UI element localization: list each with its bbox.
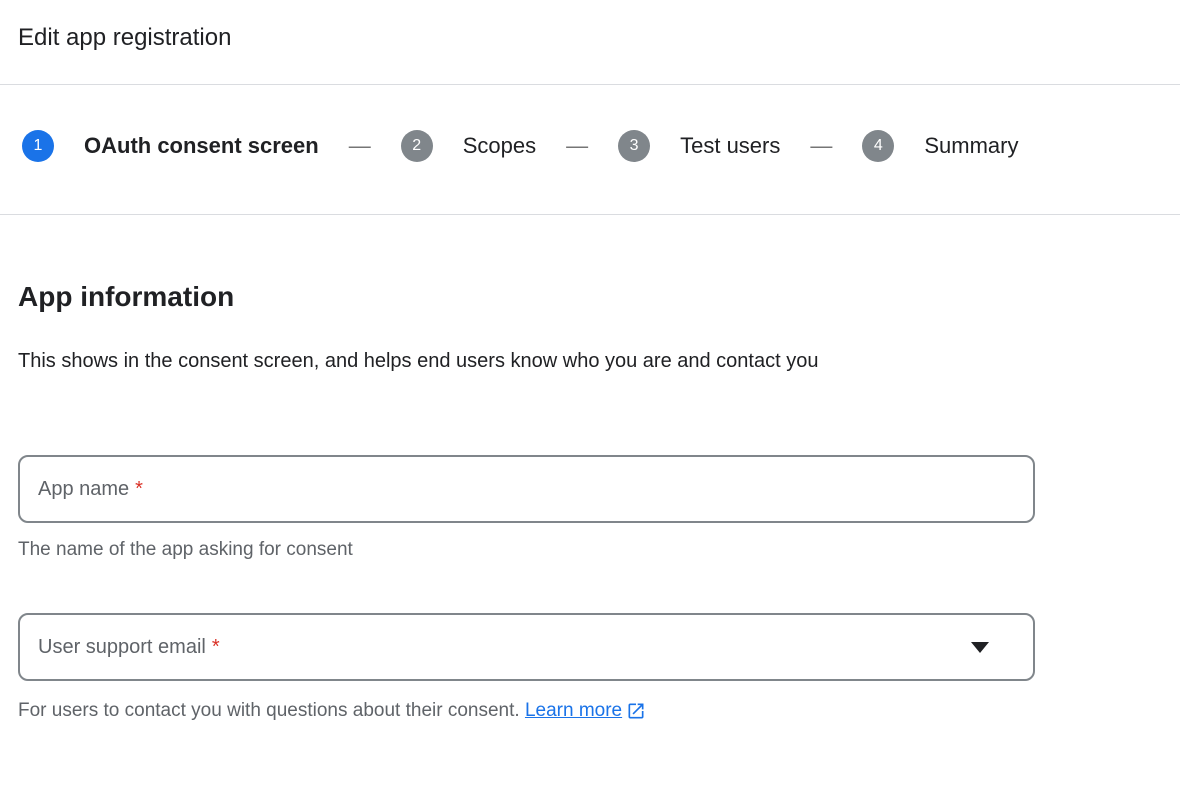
user-support-email-helper-text: For users to contact you with questions … — [18, 700, 520, 721]
header-divider — [0, 84, 1180, 85]
page-title: Edit app registration — [18, 22, 1156, 54]
step-1-label: OAuth consent screen — [84, 133, 319, 159]
app-name-label: App name — [38, 478, 129, 501]
step-separator: — — [810, 133, 832, 159]
section-description: This shows in the consent screen, and he… — [18, 341, 828, 381]
user-support-email-required-asterisk: * — [212, 636, 220, 659]
external-link-icon — [626, 701, 646, 721]
step-test-users[interactable]: 3 Test users — [618, 130, 780, 162]
step-separator: — — [566, 133, 588, 159]
step-1-number: 1 — [34, 137, 43, 155]
edit-app-registration-page: Edit app registration 1 OAuth consent sc… — [0, 0, 1180, 723]
step-4-number: 4 — [874, 137, 883, 155]
dropdown-arrow-icon — [971, 642, 989, 653]
stepper: 1 OAuth consent screen — 2 Scopes — 3 Te… — [0, 130, 1180, 162]
user-support-email-label: User support email — [38, 636, 206, 659]
section-heading: App information — [18, 279, 1156, 315]
step-oauth-consent-screen[interactable]: 1 OAuth consent screen — [22, 130, 319, 162]
app-name-field[interactable]: App name * — [18, 455, 1035, 523]
step-4-label: Summary — [924, 133, 1018, 159]
step-1-badge: 1 — [22, 130, 54, 162]
step-2-label: Scopes — [463, 133, 536, 159]
user-support-email-helper: For users to contact you with questions … — [18, 699, 1156, 723]
step-4-badge: 4 — [862, 130, 894, 162]
user-support-email-select[interactable]: User support email * — [18, 613, 1035, 681]
step-separator: — — [349, 133, 371, 159]
step-3-label: Test users — [680, 133, 780, 159]
stepper-divider — [0, 214, 1180, 215]
step-2-badge: 2 — [401, 130, 433, 162]
step-2-number: 2 — [412, 137, 421, 155]
app-information-section: App information This shows in the consen… — [0, 279, 1180, 723]
app-name-helper: The name of the app asking for consent — [18, 538, 1156, 562]
app-name-required-asterisk: * — [135, 478, 143, 501]
learn-more-link[interactable]: Learn more — [525, 699, 646, 723]
step-3-number: 3 — [630, 137, 639, 155]
step-3-badge: 3 — [618, 130, 650, 162]
learn-more-link-text: Learn more — [525, 699, 622, 723]
page-header: Edit app registration — [0, 0, 1180, 54]
step-scopes[interactable]: 2 Scopes — [401, 130, 536, 162]
step-summary[interactable]: 4 Summary — [862, 130, 1018, 162]
